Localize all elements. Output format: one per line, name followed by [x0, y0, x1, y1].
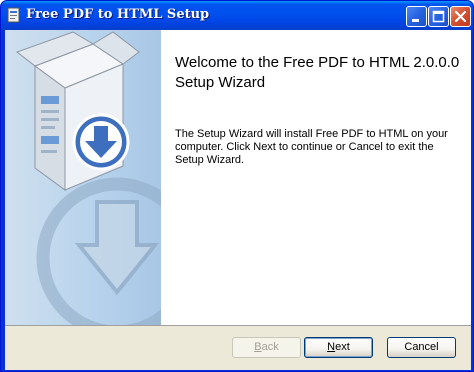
back-button[interactable]: Back [232, 337, 301, 358]
close-icon [454, 10, 467, 23]
window-title: Free PDF to HTML Setup [26, 7, 210, 22]
next-button-label: ext [335, 341, 350, 353]
close-button[interactable] [450, 6, 471, 27]
minimize-button[interactable] [406, 6, 427, 27]
installer-icon [7, 7, 20, 23]
next-button-mnemonic: N [327, 341, 336, 353]
welcome-heading: Welcome to the Free PDF to HTML 2.0.0.0 … [175, 54, 460, 91]
back-button-mnemonic: B [254, 341, 262, 353]
title-bar[interactable]: Free PDF to HTML Setup [1, 1, 473, 30]
maximize-button[interactable] [428, 6, 449, 27]
cancel-button[interactable]: Cancel [387, 337, 456, 358]
next-button[interactable]: Next [304, 337, 373, 358]
welcome-description: The Setup Wizard will install Free PDF t… [175, 128, 448, 166]
banner-panel [5, 30, 161, 325]
dialog-client-area: Welcome to the Free PDF to HTML 2.0.0.0 … [5, 30, 471, 370]
minimize-icon [412, 19, 419, 22]
button-bar: Back Next Cancel [5, 325, 471, 370]
maximize-icon [432, 10, 445, 23]
package-download-icon [15, 31, 161, 325]
back-button-label: ack [261, 341, 279, 353]
setup-window: Free PDF to HTML Setup Welcome to the Fr… [0, 0, 474, 372]
welcome-panel: Welcome to the Free PDF to HTML 2.0.0.0 … [161, 30, 471, 325]
